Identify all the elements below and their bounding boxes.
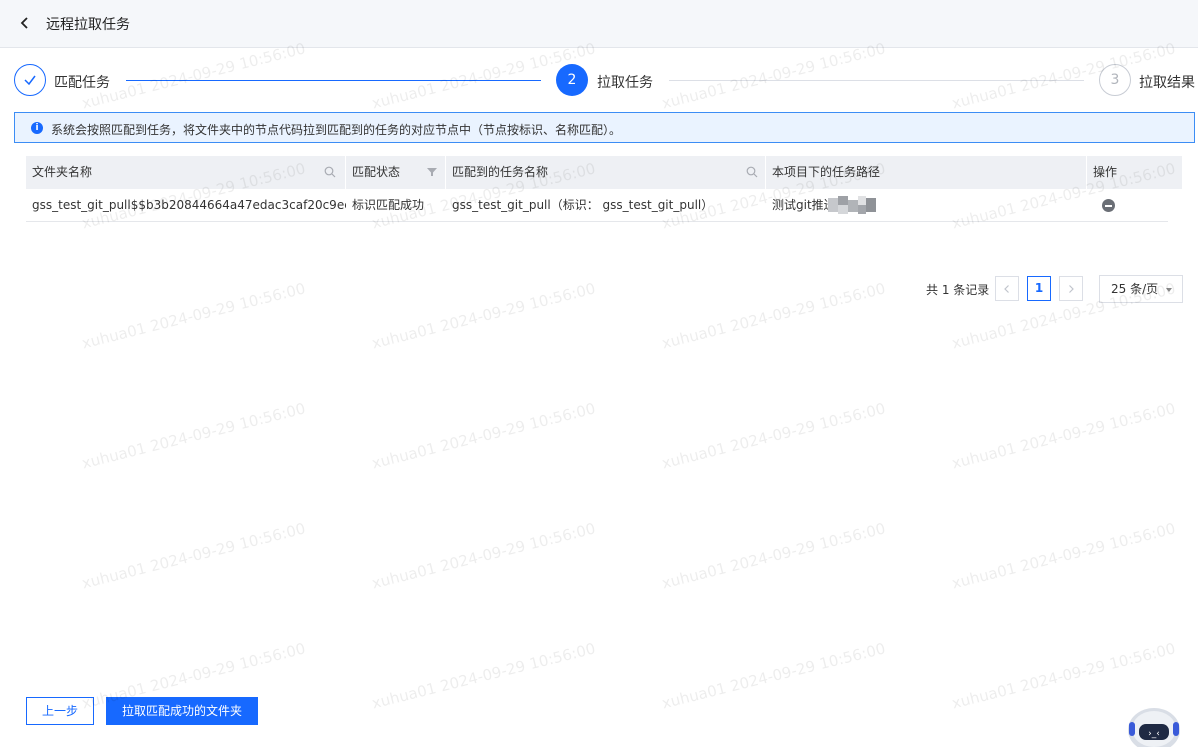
cell-path: 测试git推送 [766, 189, 1087, 222]
watermark-text: xuhua01 2024-09-29 10:56:00 [370, 519, 598, 593]
next-page-button[interactable] [1059, 276, 1083, 301]
column-header-action: 操作 [1087, 156, 1183, 189]
notice-text: 系统会按照匹配到任务，将文件夹中的节点代码拉到匹配到的任务的对应节点中（节点按标… [51, 123, 622, 137]
watermark-text: xuhua01 2024-09-29 10:56:00 [80, 399, 308, 473]
page-size-select[interactable]: 25 条/页 [1099, 275, 1183, 303]
prev-page-button[interactable] [995, 276, 1019, 301]
chevron-left-icon [1004, 285, 1009, 293]
step-1-circle [14, 64, 46, 96]
cell-status: 标识匹配成功 [352, 198, 425, 212]
page-header: 远程拉取任务 [0, 0, 1198, 48]
watermark-text: xuhua01 2024-09-29 10:56:00 [660, 639, 888, 713]
step-1-connector [126, 80, 541, 81]
cell-folder: gss_test_git_pull$$b3b20844664a47edac3ca… [32, 198, 346, 212]
page-title: 远程拉取任务 [46, 17, 130, 33]
search-icon[interactable] [324, 166, 336, 178]
step-3-circle: 3 [1099, 64, 1131, 96]
pagination: 共 1 条记录 1 25 条/页 [0, 275, 1198, 303]
page-number-button[interactable]: 1 [1027, 276, 1051, 301]
table-row: gss_test_git_pull$$b3b20844664a47edac3ca… [26, 189, 1168, 222]
remove-icon[interactable] [1102, 199, 1115, 212]
column-header-path: 本项目下的任务路径 [766, 156, 1087, 189]
assistant-robot-icon[interactable]: ›_‹ [1123, 700, 1185, 747]
svg-text:›_‹: ›_‹ [1148, 729, 1160, 739]
match-table: 文件夹名称 匹配状态 匹配到的任务名称 本项目下的任务路径 操作 gss_tes… [26, 156, 1183, 222]
cell-path-text: 测试git推送 [772, 198, 836, 212]
step-3-label: 拉取结果 [1139, 75, 1195, 91]
info-icon: i [31, 122, 43, 134]
watermark-text: xuhua01 2024-09-29 10:56:00 [660, 399, 888, 473]
search-icon[interactable] [746, 166, 758, 178]
table-header: 文件夹名称 匹配状态 匹配到的任务名称 本项目下的任务路径 操作 [26, 156, 1183, 189]
step-2-connector [669, 80, 1084, 81]
pull-matched-folders-button[interactable]: 拉取匹配成功的文件夹 [106, 697, 258, 725]
previous-step-button[interactable]: 上一步 [26, 697, 94, 725]
step-2-label: 拉取任务 [597, 75, 653, 91]
watermark-text: xuhua01 2024-09-29 10:56:00 [950, 399, 1178, 473]
filter-icon[interactable] [426, 166, 438, 178]
watermark-text: xuhua01 2024-09-29 10:56:00 [370, 639, 598, 713]
total-records: 共 1 条记录 [926, 283, 990, 297]
back-arrow-icon[interactable] [18, 15, 32, 31]
steps-bar: 匹配任务 2 拉取任务 3 拉取结果 [0, 62, 1198, 98]
chevron-right-icon [1069, 285, 1074, 293]
page-size-value: 25 条/页 [1111, 282, 1159, 296]
watermark-text: xuhua01 2024-09-29 10:56:00 [660, 519, 888, 593]
column-header-task-name: 匹配到的任务名称 [446, 156, 766, 189]
step-2-circle: 2 [556, 64, 588, 96]
check-icon [24, 75, 36, 86]
step-1-label: 匹配任务 [54, 75, 110, 91]
column-header-folder: 文件夹名称 [26, 156, 346, 189]
column-header-status: 匹配状态 [346, 156, 446, 189]
cell-task-name: gss_test_git_pull（标识： gss_test_git_pull） [452, 198, 714, 212]
watermark-text: xuhua01 2024-09-29 10:56:00 [80, 519, 308, 593]
watermark-text: xuhua01 2024-09-29 10:56:00 [370, 399, 598, 473]
info-notice: i 系统会按照匹配到任务，将文件夹中的节点代码拉到匹配到的任务的对应节点中（节点… [14, 112, 1195, 143]
redacted-mosaic [828, 196, 876, 214]
caret-down-icon [1166, 288, 1172, 292]
watermark-text: xuhua01 2024-09-29 10:56:00 [950, 519, 1178, 593]
